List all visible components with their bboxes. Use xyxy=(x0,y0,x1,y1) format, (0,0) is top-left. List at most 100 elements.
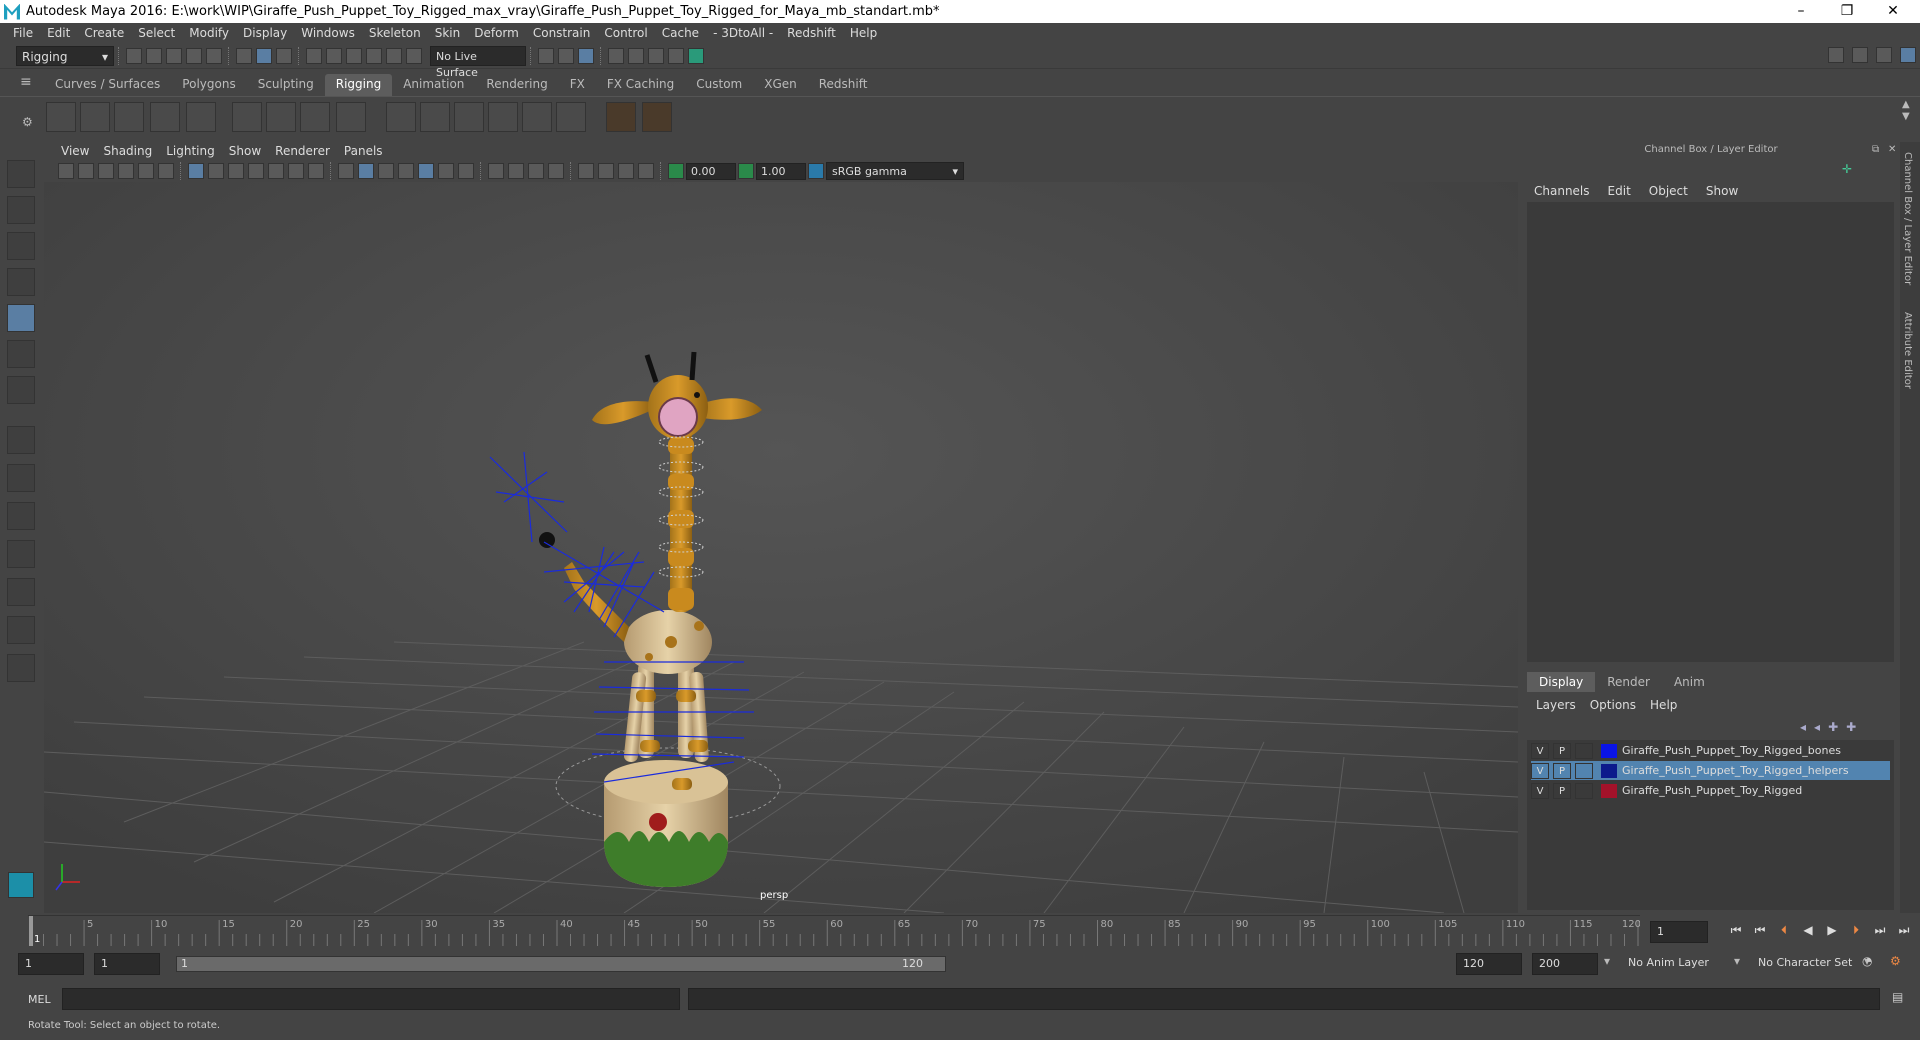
menu-windows[interactable]: Windows xyxy=(301,26,355,40)
select-hierarchy-icon[interactable] xyxy=(236,47,252,64)
textured-icon[interactable] xyxy=(398,163,414,179)
menu-help[interactable]: Help xyxy=(850,26,877,40)
render-view-icon[interactable] xyxy=(608,47,624,64)
layer-row[interactable]: V P Giraffe_Push_Puppet_Toy_Rigged_bones xyxy=(1531,741,1890,760)
outliner-persp-icon[interactable] xyxy=(7,616,35,644)
play-forwards-icon[interactable]: ▶ xyxy=(1824,922,1840,938)
snap-magnet-icon[interactable] xyxy=(406,47,422,64)
film-gate-icon[interactable] xyxy=(208,163,224,179)
tab-redshift[interactable]: Redshift xyxy=(808,74,879,96)
step-forward-frame-icon[interactable]: ⏵ xyxy=(1848,922,1864,938)
wireframe-icon[interactable] xyxy=(338,163,354,179)
gate-mask-icon[interactable] xyxy=(248,163,264,179)
menu-file[interactable]: File xyxy=(13,26,33,40)
resolution-gate-icon[interactable] xyxy=(228,163,244,179)
safe-title-icon[interactable] xyxy=(308,163,324,179)
move-layer-up-icon[interactable]: ◂ xyxy=(1800,720,1806,734)
go-to-end-icon[interactable]: ⏭ xyxy=(1896,922,1912,938)
select-object-icon[interactable] xyxy=(256,47,272,64)
layer-color-swatch[interactable] xyxy=(1601,743,1617,758)
panel-menu-view[interactable]: View xyxy=(61,144,89,158)
grease-pencil-icon[interactable] xyxy=(158,163,174,179)
persp-outliner-icon[interactable] xyxy=(7,502,35,530)
layer-color-swatch[interactable] xyxy=(1601,783,1617,798)
safe-action-icon[interactable] xyxy=(288,163,304,179)
ipr-render-icon[interactable] xyxy=(648,47,664,64)
visibility-toggle[interactable]: V xyxy=(1531,742,1549,759)
panel-menu-panels[interactable]: Panels xyxy=(344,144,383,158)
tab-rendering[interactable]: Rendering xyxy=(475,74,558,96)
paint-select-icon[interactable] xyxy=(7,232,35,260)
panel-menu-renderer[interactable]: Renderer xyxy=(275,144,330,158)
chevron-down-icon[interactable]: ▾ xyxy=(1604,954,1610,968)
smooth-shade-icon[interactable] xyxy=(358,163,374,179)
le-menu-options[interactable]: Options xyxy=(1590,698,1636,712)
tab-custom[interactable]: Custom xyxy=(685,74,753,96)
auto-key-icon[interactable]: ◔ xyxy=(1862,954,1878,970)
preferences-icon[interactable]: ⚙ xyxy=(1890,954,1906,970)
maximize-button[interactable]: ❐ xyxy=(1824,0,1870,23)
default-material-icon[interactable] xyxy=(378,163,394,179)
last-tool-icon[interactable] xyxy=(7,376,35,404)
perspective-viewport[interactable]: persp xyxy=(44,142,1518,913)
visibility-toggle[interactable]: V xyxy=(1531,782,1549,799)
shelf-menu-icon[interactable]: ≡ xyxy=(20,75,34,90)
quick-rig-icon[interactable] xyxy=(606,102,636,132)
cluster-icon[interactable] xyxy=(300,102,330,132)
minimize-button[interactable]: – xyxy=(1778,0,1824,23)
wire-deformer-icon[interactable] xyxy=(336,102,366,132)
menu-select[interactable]: Select xyxy=(138,26,175,40)
layer-row[interactable]: V P Giraffe_Push_Puppet_Toy_Rigged xyxy=(1531,781,1890,800)
playback-start-field[interactable]: 1 xyxy=(94,953,160,975)
shelf-settings-icon[interactable]: ⚙ xyxy=(22,115,33,129)
view-transform-dropdown[interactable]: sRGB gamma ▾ xyxy=(826,162,964,180)
maya-home-icon[interactable] xyxy=(8,872,34,898)
toggle-panel-icon[interactable] xyxy=(1876,47,1892,63)
layout-icon[interactable] xyxy=(1828,47,1844,63)
menu-edit[interactable]: Edit xyxy=(47,26,70,40)
grid-toggle-icon[interactable] xyxy=(188,163,204,179)
hypershade-icon[interactable] xyxy=(688,47,704,64)
bookmark-icon[interactable] xyxy=(98,163,114,179)
end-time-field[interactable]: 200 xyxy=(1532,953,1598,975)
single-perspective-icon[interactable] xyxy=(7,426,35,454)
command-input[interactable] xyxy=(62,988,680,1010)
panel-menu-lighting[interactable]: Lighting xyxy=(166,144,215,158)
menu-deform[interactable]: Deform xyxy=(474,26,519,40)
select-tool-icon[interactable] xyxy=(7,160,35,188)
playback-toggle[interactable]: P xyxy=(1553,742,1571,759)
mirror-joint-icon[interactable] xyxy=(150,102,180,132)
close-button[interactable]: ✕ xyxy=(1870,0,1916,23)
menu-cache[interactable]: Cache xyxy=(662,26,699,40)
layer-row[interactable]: V P Giraffe_Push_Puppet_Toy_Rigged_helpe… xyxy=(1531,761,1890,780)
aim-constraint-icon[interactable] xyxy=(556,102,586,132)
ambient-occlusion-icon[interactable] xyxy=(488,163,504,179)
step-back-key-icon[interactable]: ⏮ xyxy=(1752,922,1768,938)
tab-curves-surfaces[interactable]: Curves / Surfaces xyxy=(44,74,171,96)
select-camera-icon[interactable] xyxy=(58,163,74,179)
playback-toggle[interactable]: P xyxy=(1553,762,1571,779)
parent-constraint-icon[interactable] xyxy=(420,102,450,132)
viewport-scene[interactable] xyxy=(44,142,1518,913)
color-management-icon[interactable] xyxy=(808,163,824,179)
scale-constraint-icon[interactable] xyxy=(522,102,552,132)
playback-end-field[interactable]: 120 xyxy=(1456,953,1522,975)
persp-graph-icon[interactable] xyxy=(7,540,35,568)
float-panel-icon[interactable]: ⧉ xyxy=(1872,144,1879,155)
menu-create[interactable]: Create xyxy=(84,26,124,40)
menu-3dtoall[interactable]: - 3DtoAll - xyxy=(713,26,773,40)
cb-menu-object[interactable]: Object xyxy=(1649,184,1688,198)
input-ops-icon[interactable] xyxy=(538,47,554,64)
isolate-select-icon[interactable] xyxy=(578,163,594,179)
orient-constraint-icon[interactable] xyxy=(488,102,518,132)
construction-history-icon[interactable] xyxy=(578,47,594,64)
point-constraint-icon[interactable] xyxy=(454,102,484,132)
human-ik-icon[interactable] xyxy=(642,102,672,132)
menu-skin[interactable]: Skin xyxy=(435,26,461,40)
tab-render[interactable]: Render xyxy=(1595,672,1662,692)
exposure-icon[interactable] xyxy=(668,163,684,179)
motion-blur-icon[interactable] xyxy=(508,163,524,179)
snap-point-icon[interactable] xyxy=(346,47,362,64)
joint-tool-icon[interactable] xyxy=(46,102,76,132)
redo-icon[interactable] xyxy=(206,47,222,64)
